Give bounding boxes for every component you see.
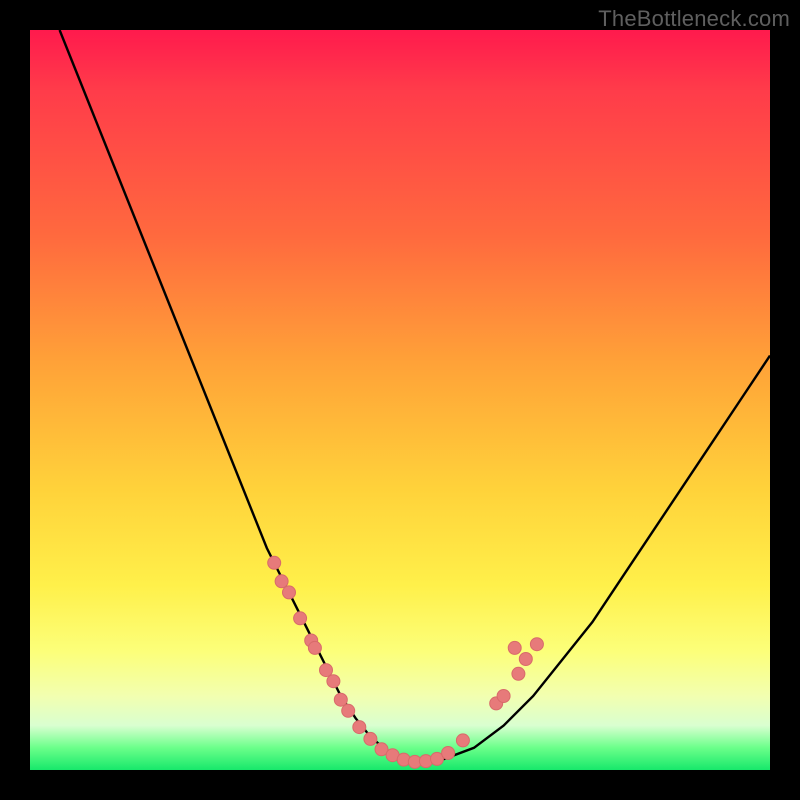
data-marker (530, 638, 543, 651)
data-marker (497, 690, 510, 703)
data-marker (508, 641, 521, 654)
data-marker (353, 721, 366, 734)
plot-area (30, 30, 770, 770)
data-marker (327, 675, 340, 688)
chart-svg (30, 30, 770, 770)
data-marker (294, 612, 307, 625)
data-marker (320, 664, 333, 677)
data-marker (334, 693, 347, 706)
chart-frame: TheBottleneck.com (0, 0, 800, 800)
data-marker (364, 732, 377, 745)
data-marker (342, 704, 355, 717)
data-marker (519, 653, 532, 666)
data-marker (308, 641, 321, 654)
data-marker (283, 586, 296, 599)
data-markers (268, 556, 544, 768)
data-marker (512, 667, 525, 680)
data-marker (275, 575, 288, 588)
watermark-text: TheBottleneck.com (598, 6, 790, 32)
bottleneck-curve (60, 30, 770, 761)
data-marker (456, 734, 469, 747)
data-marker (268, 556, 281, 569)
data-marker (442, 746, 455, 759)
